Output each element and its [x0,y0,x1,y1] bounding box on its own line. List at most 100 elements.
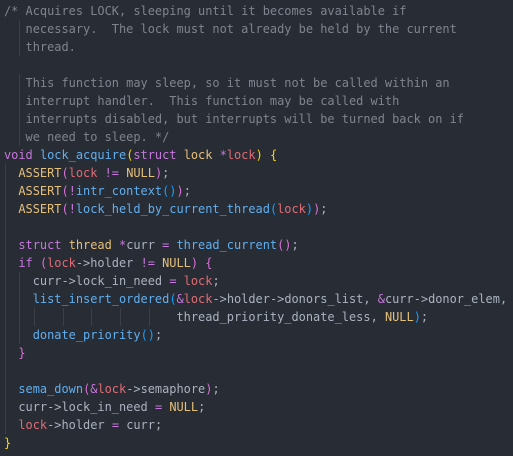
code-line[interactable]: ASSERT(lock != NULL); [0,164,513,182]
code-token-kw: struct [133,148,177,162]
code-token-plain: holder [61,418,105,432]
indent-guide [5,200,6,218]
indent-guide [5,218,6,236]
indent-guide [5,236,6,254]
indent-guide [5,326,6,344]
code-line[interactable]: /* Acquires LOCK, sleeping until it beco… [0,2,513,20]
code-token-kw: void [4,148,33,162]
indent-guide [19,92,21,110]
code-token-plain: curr [126,238,155,252]
code-token-type: lock [183,148,213,162]
code-token-kw: & [377,292,385,306]
code-token-kw: != [104,166,119,180]
code-token-comment: /* Acquires LOCK, sleeping until it beco… [4,4,407,18]
indent-guide [5,164,6,182]
code-token-brace-3: ( [169,292,177,306]
code-line[interactable]: thread. [0,38,513,56]
code-token-brace-2: ( [61,166,69,180]
indent-guide [5,290,6,308]
code-line[interactable]: if (lock->holder != NULL) { [0,254,513,272]
code-token-plain: ; [212,382,220,396]
code-token-brace-1: ) [255,148,263,162]
code-token-var: lock [18,418,48,432]
code-token-plain: curr [32,274,62,288]
code-line[interactable]: ASSERT(!intr_context()); [0,182,513,200]
code-line[interactable]: ASSERT(!lock_held_by_current_thread(lock… [0,200,513,218]
code-token-comment: This function may sleep, so it must not … [4,76,450,90]
code-line[interactable]: list_insert_ordered(&lock->holder->donor… [0,290,513,308]
code-token-kw: = [169,274,177,288]
indent-guide [5,308,6,326]
indent-guide [19,326,21,344]
code-line[interactable]: sema_down(&lock->semaphore); [0,380,513,398]
code-line[interactable]: struct thread *curr = thread_current(); [0,236,513,254]
code-token-plain: -> [126,382,141,396]
indent-guide [19,110,21,128]
code-token-plain: holder [90,256,134,270]
code-token-macro: ASSERT [18,202,62,216]
indent-guide [5,398,6,416]
code-line[interactable]: This function may sleep, so it must not … [0,74,513,92]
code-token-plain: curr [384,292,414,306]
code-line[interactable]: interrupt handler. This function may be … [0,92,513,110]
code-token-var: lock [226,148,256,162]
code-line[interactable]: interrupts disabled, but interrupts will… [0,110,513,128]
code-editor[interactable]: /* Acquires LOCK, sleeping until it beco… [0,0,513,456]
code-token-macro: NULL [384,310,414,324]
code-line[interactable] [0,56,513,74]
code-line[interactable]: void lock_acquire(struct lock *lock) { [0,146,513,164]
indent-guide [120,308,122,326]
code-token-var: lock [68,166,98,180]
code-line[interactable] [0,362,513,380]
code-line[interactable]: curr->lock_in_need = lock; [0,272,513,290]
code-line[interactable]: necessary. The lock must not already be … [0,20,513,38]
code-line[interactable]: donate_priority(); [0,326,513,344]
code-token-plain: donor_elem [428,292,500,306]
code-token-brace-3: ) [305,202,314,216]
code-line[interactable]: lock->holder = curr; [0,416,513,434]
code-token-comment: interrupt handler. This function may be … [4,94,400,108]
code-token-kw: != [140,256,155,270]
code-token-macro: ASSERT [18,166,62,180]
indent-guide [5,416,6,434]
code-line[interactable]: } [0,344,513,362]
code-token-plain: ; [183,184,191,198]
indent-guide [5,182,6,200]
code-token-macro: NULL [162,256,191,270]
code-line[interactable]: we need to sleep. */ [0,128,513,146]
code-line[interactable]: } [0,434,513,452]
code-token-plain: ; [320,202,328,216]
code-token-type: thread [68,238,112,252]
code-line[interactable]: thread_priority_donate_less, NULL); [0,308,513,326]
indent-guide [19,74,21,92]
code-token-macro: NULL [126,166,155,180]
code-line[interactable] [0,218,513,236]
indent-guide [19,308,21,326]
code-token-kw: ! [68,184,76,198]
code-line[interactable]: curr->lock_in_need = NULL; [0,398,513,416]
code-token-plain: -> [75,256,91,270]
code-token-plain: lock_in_need [75,274,163,288]
code-token-fn: intr_context [75,184,163,198]
code-token-var: lock [47,256,76,270]
code-token-fn: donate_priority [32,328,141,342]
indent-guide [62,308,64,326]
code-token-fn: thread_current [176,238,278,252]
indent-guide [19,20,21,38]
code-token-macro: ASSERT [18,184,62,198]
